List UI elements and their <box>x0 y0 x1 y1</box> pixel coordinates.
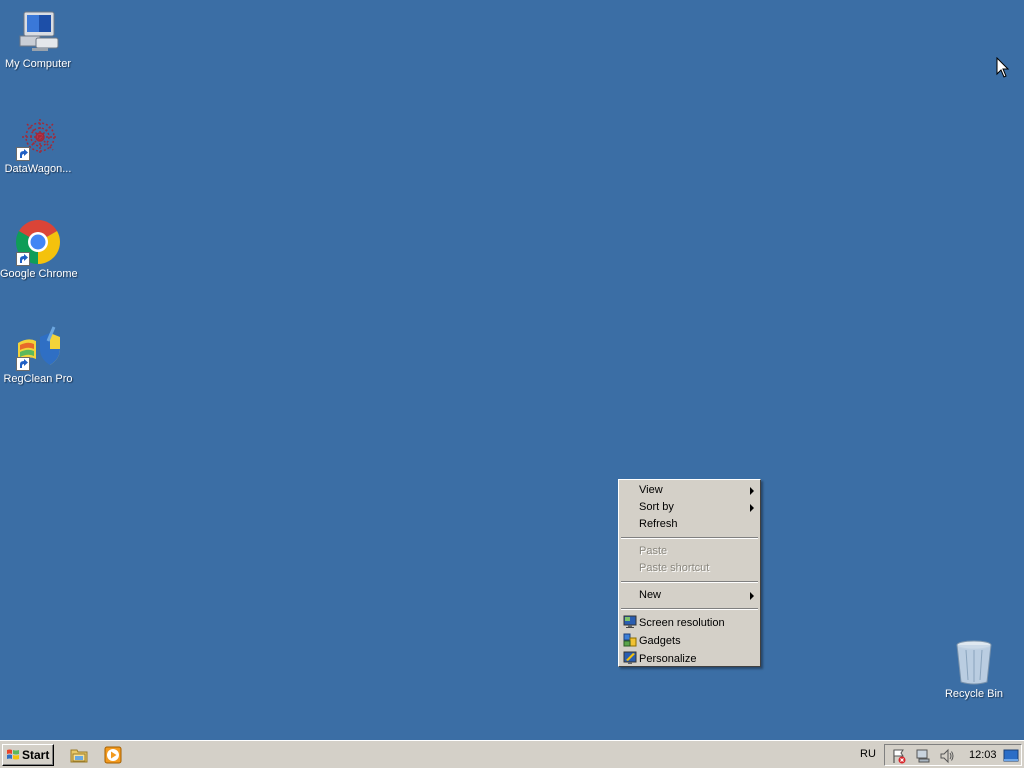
menu-separator <box>621 608 758 610</box>
menu-item-refresh[interactable]: Refresh <box>619 516 760 533</box>
menu-item-label: New <box>639 589 662 601</box>
language-indicator[interactable]: RU <box>860 748 876 760</box>
desktop-icon-label: RegClean Pro <box>3 373 73 385</box>
system-tray: 12:03 <box>884 744 1022 766</box>
menu-item-label: Paste <box>639 545 668 557</box>
taskbar: Start RU 12:03 <box>0 740 1024 768</box>
menu-item-label: Refresh <box>639 518 678 530</box>
start-label: Start <box>22 748 50 762</box>
personalize-icon <box>623 651 637 665</box>
computer-icon <box>14 8 62 56</box>
menu-item-view[interactable]: View <box>619 482 760 499</box>
start-button[interactable]: Start <box>2 744 54 766</box>
gadgets-icon <box>623 633 637 647</box>
desktop-icon-label: My Computer <box>4 58 72 70</box>
menu-item-label: Screen resolution <box>639 617 725 629</box>
media-player-icon[interactable] <box>104 746 122 764</box>
menu-item-label: Personalize <box>639 653 697 665</box>
datawagon-icon <box>14 113 62 161</box>
shortcut-arrow-icon <box>16 357 30 371</box>
regclean-icon <box>14 323 62 371</box>
desktop-icon-my-computer[interactable]: My Computer <box>0 8 76 70</box>
menu-item-paste: Paste <box>619 543 760 560</box>
menu-item-sort-by[interactable]: Sort by <box>619 499 760 516</box>
submenu-arrow-icon <box>750 504 754 512</box>
network-icon[interactable] <box>915 748 931 764</box>
show-desktop-icon[interactable] <box>1003 748 1019 764</box>
menu-item-label: Paste shortcut <box>639 562 710 574</box>
menu-item-label: Sort by <box>639 501 674 513</box>
menu-item-label: View <box>639 484 663 496</box>
chrome-icon <box>14 218 62 266</box>
desktop-icon-google-chrome[interactable]: Google Chrome <box>0 218 78 280</box>
recycle-bin-icon <box>950 638 998 686</box>
menu-item-new[interactable]: New <box>619 587 760 604</box>
menu-separator <box>621 581 758 583</box>
desktop[interactable]: My Computer DataWagon... Google Chrome R… <box>0 0 1024 740</box>
menu-separator <box>621 537 758 539</box>
submenu-arrow-icon <box>750 592 754 600</box>
menu-item-paste-shortcut: Paste shortcut <box>619 560 760 577</box>
menu-item-gadgets[interactable]: Gadgets <box>619 632 760 650</box>
desktop-icon-label: Google Chrome <box>0 268 78 280</box>
desktop-icon-datawagon[interactable]: DataWagon... <box>0 113 76 175</box>
menu-item-label: Gadgets <box>639 635 681 647</box>
shortcut-arrow-icon <box>16 252 30 266</box>
desktop-icon-recycle-bin[interactable]: Recycle Bin <box>936 638 1012 700</box>
desktop-context-menu: View Sort by Refresh Paste Paste shortcu… <box>618 479 761 667</box>
shortcut-arrow-icon <box>16 147 30 161</box>
clock[interactable]: 12:03 <box>969 749 997 761</box>
action-center-flag-icon[interactable] <box>891 748 907 764</box>
desktop-icon-label: DataWagon... <box>4 163 72 175</box>
desktop-icon-regclean-pro[interactable]: RegClean Pro <box>0 323 76 385</box>
desktop-icon-label: Recycle Bin <box>944 688 1004 700</box>
windows-flag-icon <box>6 748 20 762</box>
display-icon <box>623 615 637 629</box>
menu-item-personalize[interactable]: Personalize <box>619 650 760 668</box>
mouse-cursor-icon <box>996 56 1010 79</box>
menu-item-screen-resolution[interactable]: Screen resolution <box>619 614 760 632</box>
volume-icon[interactable] <box>939 748 955 764</box>
explorer-icon[interactable] <box>70 746 88 764</box>
submenu-arrow-icon <box>750 487 754 495</box>
